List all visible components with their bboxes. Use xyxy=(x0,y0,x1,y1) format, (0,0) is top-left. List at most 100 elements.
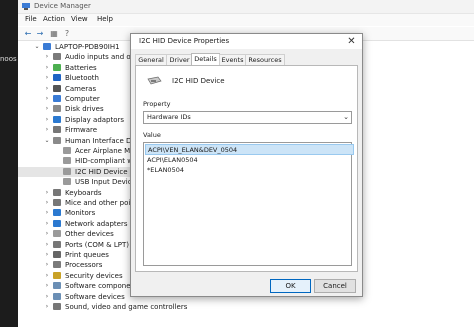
menu-view[interactable]: View xyxy=(71,15,88,23)
chevron-right-icon[interactable]: › xyxy=(44,84,50,94)
keyboard-icon xyxy=(53,188,61,196)
processor-icon xyxy=(53,261,61,269)
tree-item[interactable]: › Firmware xyxy=(18,125,148,135)
forward-icon[interactable]: → xyxy=(35,29,45,38)
device-manager-icon xyxy=(22,3,30,10)
tree-item-label: Network adapters xyxy=(65,219,128,228)
tree-item[interactable]: HID-compliant wirel xyxy=(18,156,148,166)
chevron-right-icon[interactable]: › xyxy=(44,281,50,291)
tree-item[interactable]: › Processors xyxy=(18,260,148,270)
tree-item-label: Other devices xyxy=(65,230,114,239)
tree-item-label: Bluetooth xyxy=(65,74,99,83)
chevron-right-icon[interactable]: › xyxy=(44,52,50,62)
tree-item[interactable]: › Ports (COM & LPT) xyxy=(18,240,148,250)
hid-device-icon xyxy=(63,157,71,165)
chevron-right-icon[interactable]: › xyxy=(44,208,50,218)
tree-item-label: Processors xyxy=(65,261,103,270)
security-icon xyxy=(53,271,61,279)
chevron-right-icon[interactable]: › xyxy=(44,240,50,250)
tree-item[interactable]: ⌄ LAPTOP-PDB90IH1 xyxy=(18,42,148,52)
close-icon[interactable]: ✕ xyxy=(345,35,358,48)
properties-icon[interactable]: ▦ xyxy=(49,29,59,38)
ok-button[interactable]: OK xyxy=(270,279,311,293)
chevron-down-icon[interactable]: ⌄ xyxy=(44,136,50,146)
chevron-right-icon[interactable]: › xyxy=(44,94,50,104)
tree-item[interactable]: USB Input Device xyxy=(18,177,148,187)
properties-dialog: I2C HID Device Properties ✕ General Driv… xyxy=(130,33,363,297)
tree-item[interactable]: › Sound, video and game controllers xyxy=(18,302,187,312)
tree-item[interactable]: › Cameras xyxy=(18,84,148,94)
tree-item[interactable]: › Computer xyxy=(18,94,148,104)
menu-file[interactable]: File xyxy=(25,15,37,23)
computer-icon xyxy=(53,95,61,102)
tree-item[interactable]: › Mice and other pointing xyxy=(18,198,148,208)
device-name: I2C HID Device xyxy=(172,77,225,85)
camera-icon xyxy=(53,84,61,92)
tree-item-label: USB Input Device xyxy=(75,178,136,187)
tree-item[interactable]: › Other devices xyxy=(18,229,148,239)
tree-item[interactable]: › Batteries xyxy=(18,63,148,73)
tree-item[interactable]: › Audio inputs and outpu xyxy=(18,52,148,62)
chevron-right-icon[interactable]: › xyxy=(44,125,50,135)
tree-item[interactable]: › Software components xyxy=(18,281,148,291)
back-icon[interactable]: ← xyxy=(23,29,33,38)
chevron-right-icon[interactable]: › xyxy=(44,292,50,302)
value-list[interactable]: ACPI\VEN_ELAN&DEV_0504 ACPI\ELAN0504 *EL… xyxy=(143,142,354,266)
chevron-right-icon[interactable]: › xyxy=(44,198,50,208)
value-item[interactable]: ACPI\ELAN0504 xyxy=(145,155,352,165)
tree-item[interactable]: › Security devices xyxy=(18,271,148,281)
chevron-right-icon[interactable]: › xyxy=(44,73,50,83)
display-icon xyxy=(53,115,61,123)
value-item[interactable]: *ELAN0504 xyxy=(145,165,352,175)
tree-item-label: LAPTOP-PDB90IH1 xyxy=(55,43,120,51)
hid-icon xyxy=(53,136,61,144)
property-select[interactable]: Hardware IDs ⌄ xyxy=(143,111,352,124)
other-devices-icon xyxy=(53,230,61,238)
tree-item[interactable]: › Display adaptors xyxy=(18,115,148,125)
tree-item-label: Keyboards xyxy=(65,188,102,197)
sound-icon xyxy=(53,303,61,310)
chevron-right-icon[interactable]: › xyxy=(44,250,50,260)
tree-item[interactable]: I2C HID Device xyxy=(18,166,148,177)
chevron-down-icon: ⌄ xyxy=(343,113,349,121)
hid-device-icon xyxy=(63,167,71,175)
property-select-value: Hardware IDs xyxy=(147,113,191,121)
dialog-title: I2C HID Device Properties xyxy=(139,37,230,45)
chevron-right-icon[interactable]: › xyxy=(44,104,50,114)
tree-item-label: Sound, video and game controllers xyxy=(65,303,188,311)
hid-device-icon xyxy=(63,178,71,186)
tree-item[interactable]: Acer Airplane Mode xyxy=(18,146,148,156)
tree-item[interactable]: ⌄ Human Interface Device xyxy=(18,136,150,146)
printer-icon xyxy=(53,251,61,258)
tree-item[interactable]: › Disk drives xyxy=(18,104,148,114)
computer-icon xyxy=(43,43,51,50)
chevron-right-icon[interactable]: › xyxy=(44,115,50,125)
tree-item[interactable]: › Network adapters xyxy=(18,219,148,229)
chevron-right-icon[interactable]: › xyxy=(44,63,50,73)
tree-item[interactable]: › Print queues xyxy=(18,250,148,260)
chevron-right-icon[interactable]: › xyxy=(44,271,50,281)
value-item[interactable]: ACPI\VEN_ELAN&DEV_0504 xyxy=(145,144,354,155)
menu-action[interactable]: Action xyxy=(43,15,65,23)
help-icon[interactable]: ? xyxy=(62,29,72,38)
tree-item[interactable]: › Keyboards xyxy=(18,188,148,198)
chevron-right-icon[interactable]: › xyxy=(44,188,50,198)
tree-item-label: I2C HID Device xyxy=(75,167,128,176)
tree-item[interactable]: › Monitors xyxy=(18,208,148,218)
tree-item[interactable]: › Bluetooth xyxy=(18,73,148,83)
tree-item-label: Computer xyxy=(65,95,100,103)
tree-item[interactable]: › Software devices xyxy=(18,292,148,302)
chevron-down-icon[interactable]: ⌄ xyxy=(34,42,40,52)
mouse-icon xyxy=(53,199,61,206)
chevron-right-icon[interactable]: › xyxy=(44,302,50,312)
chevron-right-icon[interactable]: › xyxy=(44,229,50,239)
chevron-right-icon[interactable]: › xyxy=(44,219,50,229)
menu-bar: File Action View Help xyxy=(18,14,474,26)
chevron-right-icon[interactable]: › xyxy=(44,260,50,270)
battery-icon xyxy=(53,63,61,71)
cancel-button[interactable]: Cancel xyxy=(314,279,356,293)
firmware-icon xyxy=(53,126,61,134)
bluetooth-icon xyxy=(53,74,61,82)
menu-help[interactable]: Help xyxy=(97,15,113,23)
tree-item-label: Batteries xyxy=(65,63,97,72)
